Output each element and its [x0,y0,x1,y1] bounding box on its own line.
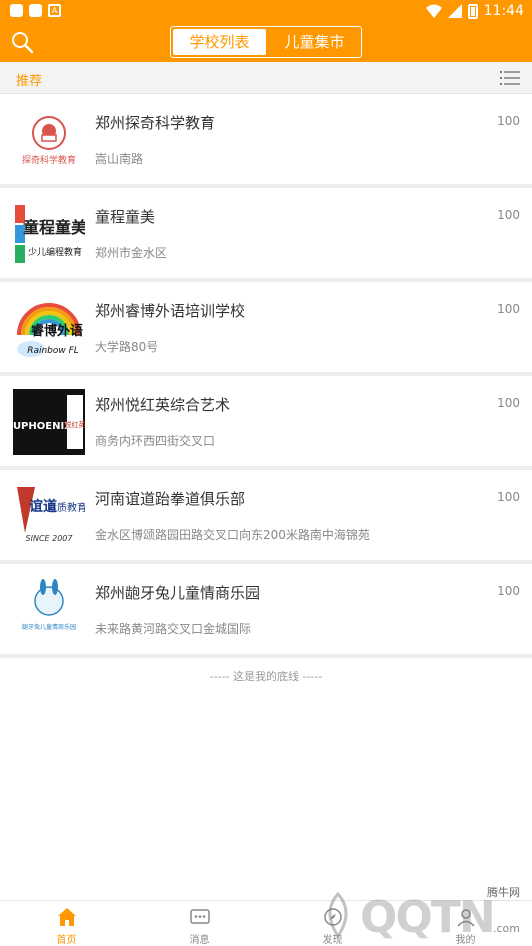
tab-messages[interactable]: 消息 [133,901,266,946]
notification-icon [10,4,23,17]
logo-subtext: Rainbow FL [27,346,79,356]
school-score: 100 [497,396,520,410]
clock: 11:44 [483,3,524,19]
school-logo: 童程童美 少儿编程教育 [15,205,85,263]
school-score: 100 [497,302,520,316]
school-logo: 探奇科学教育 [22,116,76,166]
battery-icon [467,3,478,19]
school-item[interactable]: EUPHOENIX 悦红英 郑州悦红英综合艺术 100 商务内环西四街交叉口 [0,376,532,470]
school-list: 探奇科学教育 郑州探奇科学教育 100 嵩山南路 童程童美 少儿编程教育 童程童… [0,94,532,658]
logo-text: 睿博外语 [31,323,83,339]
tab-school-list[interactable]: 学校列表 [173,29,266,55]
site-watermark: QQTN 腾牛网 .com [316,884,526,944]
school-item[interactable]: 谊道 素质教育 SINCE 2007 河南谊道跆拳道俱乐部 100 金水区博颂路… [0,470,532,564]
school-address: 大学路80号 [95,340,159,354]
tab-label: 首页 [56,935,77,946]
search-icon[interactable] [10,30,34,54]
school-logo: 龅牙兔儿童情商乐园 [22,579,76,631]
watermark-domain: .com [493,922,520,935]
school-address: 郑州市金水区 [95,246,168,260]
school-name: 郑州探奇科学教育 [95,114,216,132]
school-score: 100 [497,114,520,128]
segment-control: 学校列表 儿童集市 [170,26,362,58]
list-end-text: ----- 这是我的底线 ----- [209,670,323,683]
school-score: 100 [497,584,520,598]
school-name: 河南谊道跆拳道俱乐部 [95,490,246,508]
tab-kids-market[interactable]: 儿童集市 [268,27,361,57]
logo-subtext: 悦红英 [65,420,86,429]
school-logo: 睿博外语 Rainbow FL [17,303,83,357]
signal-icon [447,4,462,18]
school-item[interactable]: 睿博外语 Rainbow FL 郑州睿博外语培训学校 100 大学路80号 [0,282,532,376]
wifi-icon [425,4,442,18]
app-bar: 学校列表 儿童集市 [0,22,532,62]
school-item[interactable]: 探奇科学教育 郑州探奇科学教育 100 嵩山南路 [0,94,532,188]
school-score: 100 [497,208,520,222]
school-item[interactable]: 龅牙兔儿童情商乐园 郑州龅牙兔儿童情商乐园 100 未来路黄河路交叉口金城国际 [0,564,532,658]
school-item[interactable]: 童程童美 少儿编程教育 童程童美 100 郑州市金水区 [0,188,532,282]
home-icon [57,908,76,926]
school-name: 郑州睿博外语培训学校 [95,302,246,320]
app-notification-icon: A [48,4,61,17]
section-title: 推荐 [16,74,43,89]
status-right: 11:44 [425,3,524,19]
status-bar: A 11:44 [0,0,532,22]
recommend-bar: 推荐 [0,62,532,94]
school-name: 童程童美 [95,208,156,226]
tab-home[interactable]: 首页 [0,901,133,946]
school-address: 商务内环西四街交叉口 [95,434,216,448]
school-address: 未来路黄河路交叉口金城国际 [95,622,252,636]
logo-subtext: 素质教育 [47,501,85,514]
school-logo: EUPHOENIX 悦红英 [13,389,85,455]
logo-text: 童程童美 [23,218,85,237]
school-address: 嵩山南路 [95,152,144,166]
logo-text: 探奇科学教育 [22,154,76,166]
watermark-brand: QQTN [360,892,496,943]
school-logo: 谊道 素质教育 SINCE 2007 [17,487,85,543]
school-name: 郑州悦红英综合艺术 [95,396,231,414]
watermark-site: 腾牛网 [487,886,520,899]
tab-label: 消息 [189,935,210,946]
notification-icon [29,4,42,17]
list-menu-icon[interactable] [500,70,520,86]
logo-text: 龅牙兔儿童情商乐园 [22,623,76,631]
logo-since: SINCE 2007 [26,534,74,543]
logo-subtext: 少儿编程教育 [28,246,82,258]
school-score: 100 [497,490,520,504]
message-icon [189,909,210,924]
watermark-logo-icon [328,891,348,939]
school-name: 郑州龅牙兔儿童情商乐园 [95,584,261,602]
notification-icons: A [10,4,61,17]
school-address: 金水区博颂路园田路交叉口向东200米路南中海锦苑 [95,528,370,542]
logo-text: EUPHOENIX [13,421,72,432]
